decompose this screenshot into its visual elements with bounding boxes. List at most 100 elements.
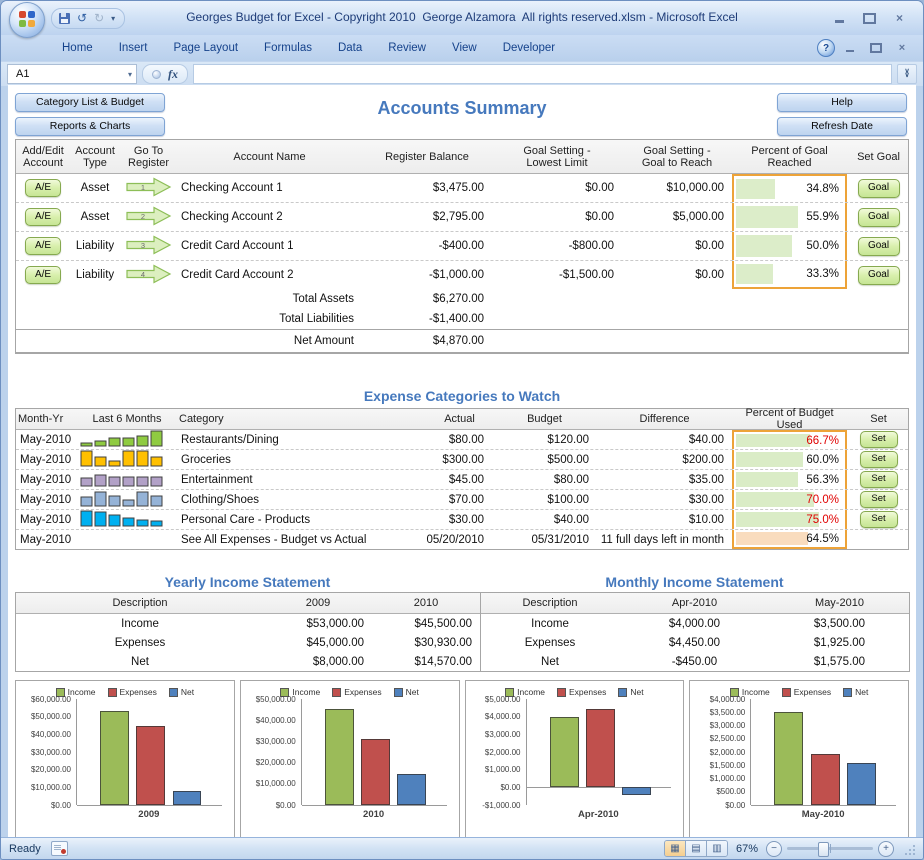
set-button[interactable]: Set — [860, 471, 898, 488]
add-edit-account-button[interactable]: A/E — [25, 237, 61, 255]
function-dot-icon — [152, 70, 161, 79]
set-goal-button[interactable]: Goal — [858, 208, 900, 227]
redo-icon[interactable]: ↻ — [94, 12, 104, 24]
macro-record-icon[interactable] — [51, 841, 68, 856]
bar-net — [847, 763, 876, 805]
go-to-register-arrow-icon[interactable]: 1 — [126, 177, 172, 200]
mini-bar-chart-icon — [79, 489, 165, 510]
set-button[interactable]: Set — [860, 491, 898, 508]
tab-data[interactable]: Data — [325, 38, 375, 59]
name-box-dropdown-icon[interactable]: ▾ — [128, 70, 132, 79]
zoom-slider[interactable] — [787, 847, 873, 850]
income-header-cell: May-2010 — [770, 593, 909, 613]
svg-text:3: 3 — [140, 240, 144, 249]
y-axis: $4,000.00$3,500.00$3,000.00$2,500.00$2,0… — [694, 699, 750, 805]
legend-label: Income — [292, 687, 320, 697]
set-button[interactable]: Set — [860, 451, 898, 468]
help-button[interactable]: Help — [777, 93, 907, 112]
set-button[interactable]: Set — [860, 511, 898, 528]
minimize-button[interactable] — [826, 10, 853, 27]
reports-charts-button[interactable]: Reports & Charts — [15, 117, 165, 136]
income-value-cell: $30,930.00 — [372, 633, 480, 652]
table-row: May-2010Clothing/Shoes$70.00$100.00$30.0… — [16, 490, 908, 510]
add-edit-account-button[interactable]: A/E — [25, 266, 61, 284]
insert-function-area: fx — [142, 64, 188, 84]
expand-formula-bar-button[interactable]: ∨ ∨ — [897, 64, 917, 84]
percent-goal-bar: 34.8% — [734, 176, 845, 202]
x-axis-line — [77, 805, 222, 806]
workbook-minimize-button[interactable] — [839, 41, 861, 56]
tab-insert[interactable]: Insert — [106, 38, 161, 59]
go-to-register-arrow-icon[interactable]: 2 — [126, 206, 172, 229]
office-button[interactable] — [9, 2, 45, 38]
plot — [526, 699, 672, 805]
zoom-slider-handle[interactable] — [818, 842, 829, 857]
table-row: May-2010See All Expenses - Budget vs Act… — [16, 530, 908, 549]
add-edit-account-button[interactable]: A/E — [25, 179, 61, 197]
difference-cell: $35.00 — [597, 470, 732, 489]
tab-review[interactable]: Review — [375, 38, 439, 59]
resize-grip[interactable] — [903, 843, 915, 855]
mini-bar-chart-icon — [79, 509, 165, 530]
last-6-months-cell — [77, 510, 177, 529]
svg-text:1: 1 — [140, 182, 144, 191]
restore-button[interactable] — [856, 10, 883, 27]
tab-home[interactable]: Home — [49, 38, 106, 59]
zoom-out-button[interactable]: − — [766, 841, 782, 857]
go-to-register-arrow-icon[interactable]: 4 — [126, 264, 172, 287]
totals-value: -$1,400.00 — [362, 309, 492, 329]
go-to-register-cell: 2 — [120, 203, 177, 231]
refresh-date-button[interactable]: Refresh Date — [777, 117, 907, 136]
percent-budget-bar-fill — [736, 472, 798, 487]
set-button[interactable]: Set — [860, 431, 898, 448]
month-yr-cell: May-2010 — [16, 530, 77, 549]
legend-item: Expenses — [557, 687, 606, 697]
table-row: A/EAsset2Checking Account 2$2,795.00$0.0… — [16, 203, 908, 232]
add-edit-account-button[interactable]: A/E — [25, 208, 61, 226]
close-button[interactable]: × — [886, 10, 913, 27]
undo-icon[interactable]: ↺ — [77, 12, 87, 24]
account-name-cell: Credit Card Account 1 — [177, 232, 362, 260]
qat-customize-icon[interactable]: ▾ — [111, 14, 115, 23]
tab-view[interactable]: View — [439, 38, 490, 59]
percent-budget-value: 56.3% — [806, 470, 839, 489]
formula-input[interactable] — [193, 64, 892, 84]
accounts-table: Add/Edit AccountAccount TypeGo To Regist… — [15, 139, 909, 354]
accounts-header-cell: Register Balance — [362, 140, 492, 173]
table-row: May-2010Entertainment$45.00$80.00$35.005… — [16, 470, 908, 490]
view-shortcuts: ▦▤▥ — [664, 840, 728, 857]
zoom-in-button[interactable]: + — [878, 841, 894, 857]
tab-formulas[interactable]: Formulas — [251, 38, 325, 59]
set-goal-button[interactable]: Goal — [858, 266, 900, 285]
workbook-restore-button[interactable] — [865, 41, 887, 56]
tab-page-layout[interactable]: Page Layout — [160, 38, 251, 59]
workbook-close-button[interactable]: × — [891, 41, 913, 56]
go-to-register-cell: 1 — [120, 174, 177, 202]
bar-income — [100, 711, 129, 805]
income-header-cell: Apr-2010 — [619, 593, 770, 613]
percent-goal-value: 50.0% — [806, 232, 839, 260]
tab-developer[interactable]: Developer — [490, 38, 568, 59]
lowest-limit-cell: $0.00 — [492, 203, 622, 231]
worksheet: Category List & Budget Reports & Charts … — [8, 85, 916, 837]
view-page-break-button[interactable]: ▥ — [707, 841, 727, 856]
goal-to-reach-cell: $0.00 — [622, 232, 732, 260]
set-goal-button[interactable]: Goal — [858, 179, 900, 198]
account-type-cell: Liability — [70, 232, 120, 260]
accounts-header-cell: Go To Register — [120, 140, 177, 173]
income-table-header: Description20092010 — [16, 593, 480, 614]
set-goal-button[interactable]: Goal — [858, 237, 900, 256]
legend-label: Net — [181, 687, 194, 697]
table-row: Income$53,000.00$45,500.00 — [16, 614, 480, 633]
insert-function-button[interactable]: fx — [168, 67, 178, 82]
name-box[interactable]: A1 ▾ — [7, 64, 137, 84]
go-to-register-arrow-icon[interactable]: 3 — [126, 235, 172, 258]
view-page-layout-button[interactable]: ▤ — [686, 841, 707, 856]
view-normal-button[interactable]: ▦ — [665, 841, 686, 856]
help-icon[interactable]: ? — [817, 39, 835, 57]
percent-goal-value: 34.8% — [806, 176, 839, 202]
zoom-level[interactable]: 67% — [733, 843, 761, 855]
actual-cell: 05/20/2010 — [427, 530, 492, 549]
save-icon[interactable] — [59, 13, 70, 24]
percent-budget-bar: 56.3% — [734, 470, 845, 489]
